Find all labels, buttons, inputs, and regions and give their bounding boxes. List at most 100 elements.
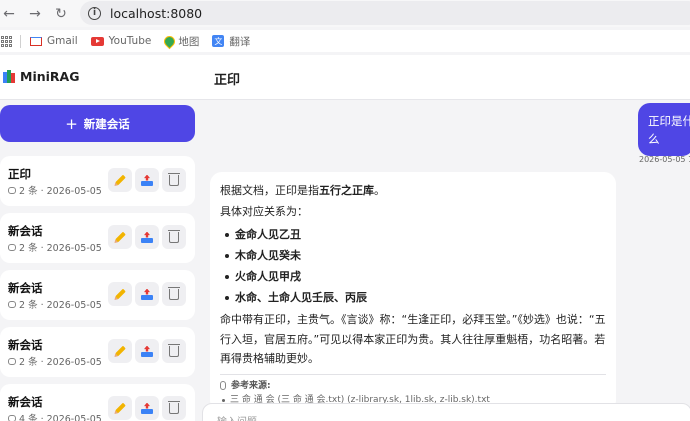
message-icon — [8, 357, 16, 365]
question-input[interactable]: 输入问题 — [202, 403, 690, 421]
conversation-title: 新会话 — [8, 395, 43, 409]
relation-label: 具体对应关系为： — [220, 205, 308, 218]
delete-button[interactable] — [162, 282, 186, 306]
new-chat-button[interactable]: + 新建会话 — [0, 105, 195, 142]
conversation-title: 新会话 — [8, 224, 43, 238]
pencil-icon — [114, 174, 126, 186]
references-title: 参考来源: — [220, 379, 606, 393]
export-button[interactable] — [135, 282, 159, 306]
new-chat-label: 新建会话 — [83, 116, 130, 131]
brand-name: MiniRAG — [20, 69, 80, 84]
answer-intro-bold: 五行之正库 — [319, 184, 374, 197]
apps-icon[interactable] — [1, 35, 12, 47]
pencil-icon — [114, 288, 126, 300]
export-button[interactable] — [135, 225, 159, 249]
references-title-text: 参考来源: — [231, 380, 271, 391]
rename-button[interactable] — [108, 225, 132, 249]
answer-intro-suffix: 。 — [374, 184, 385, 197]
paperclip-icon — [220, 381, 226, 390]
list-item: 木命人见癸未 — [220, 245, 606, 266]
books-icon — [3, 70, 16, 83]
translate-icon: 文 — [212, 35, 225, 47]
delete-button[interactable] — [162, 339, 186, 363]
references: 参考来源: 三 命 通 会 (三 命 通 会.txt) (z-library.s… — [220, 373, 606, 407]
bookmark-youtube[interactable]: YouTube — [90, 35, 152, 47]
pencil-icon — [114, 345, 126, 357]
export-icon — [141, 403, 153, 414]
conversation-meta-text: 2 条 · 2026-05-05 — [19, 243, 102, 254]
conversation-meta: 4 条 · 2026-05-05 — [8, 411, 102, 421]
site-info-icon[interactable]: i — [88, 6, 101, 20]
message-icon — [8, 243, 16, 251]
reload-icon[interactable]: ↻ — [48, 1, 74, 27]
brand: MiniRAG — [3, 69, 79, 84]
app-header: MiniRAG 正印 — [0, 55, 690, 100]
conversation-title: 新会话 — [8, 338, 43, 352]
export-icon — [141, 232, 153, 243]
list-item: 火命人见甲戌 — [220, 266, 606, 287]
export-button[interactable] — [135, 396, 159, 420]
bookmark-maps[interactable]: 地图 — [164, 34, 199, 49]
trash-icon — [168, 172, 180, 186]
rename-button[interactable] — [108, 396, 132, 420]
relation-list: 金命人见乙丑 木命人见癸未 火命人见甲戌 水命、土命人见壬辰、丙辰 — [220, 224, 606, 308]
conversation-meta: 2 条 · 2026-05-05 — [8, 240, 102, 254]
rename-button[interactable] — [108, 339, 132, 363]
conversation-item[interactable]: 新会话 2 条 · 2026-05-05 — [0, 270, 195, 320]
answer-intro: 根据文档，正印是指五行之正库。 — [220, 180, 606, 201]
bookmark-label: 翻译 — [229, 35, 251, 48]
address-bar[interactable]: i localhost:8080 — [80, 1, 690, 25]
export-icon — [141, 346, 153, 357]
conversation-meta-text: 2 条 · 2026-05-05 — [19, 186, 102, 197]
chat-panel: 正印是什么 2026-05-05 1 根据文档，正印是指五行之正库。 具体对应关… — [200, 100, 690, 421]
delete-button[interactable] — [162, 225, 186, 249]
back-icon[interactable]: ← — [0, 1, 22, 27]
message-icon — [8, 186, 16, 194]
list-item: 水命、土命人见壬辰、丙辰 — [220, 287, 606, 308]
pencil-icon — [114, 402, 126, 414]
trash-icon — [168, 286, 180, 300]
conversation-title: 正印 — [8, 167, 31, 181]
forward-icon[interactable]: → — [22, 1, 48, 27]
gmail-icon — [30, 36, 42, 46]
conversation-item[interactable]: 新会话 4 条 · 2026-05-05 — [0, 384, 195, 421]
bookmarks-bar: Gmail YouTube 地图 文 翻译 — [0, 30, 690, 52]
conversation-title: 新会话 — [8, 281, 43, 295]
rename-button[interactable] — [108, 282, 132, 306]
export-button[interactable] — [135, 339, 159, 363]
conversation-meta: 2 条 · 2026-05-05 — [8, 354, 102, 368]
conversation-item[interactable]: 新会话 2 条 · 2026-05-05 — [0, 213, 195, 263]
conversation-meta-text: 2 条 · 2026-05-05 — [19, 357, 102, 368]
delete-button[interactable] — [162, 396, 186, 420]
browser-toolbar: ← → ↻ i localhost:8080 — [0, 0, 690, 27]
youtube-icon — [90, 36, 104, 46]
user-message-timestamp: 2026-05-05 1 — [639, 155, 690, 164]
trash-icon — [168, 229, 180, 243]
pencil-icon — [114, 231, 126, 243]
conversation-item[interactable]: 正印 2 条 · 2026-05-05 — [0, 156, 195, 206]
message-icon — [8, 414, 16, 421]
answer-intro-text: 根据文档，正印是指 — [220, 184, 319, 197]
conversation-meta-text: 2 条 · 2026-05-05 — [19, 300, 102, 311]
user-message: 正印是什么 — [638, 103, 690, 156]
trash-icon — [168, 400, 180, 414]
rename-button[interactable] — [108, 168, 132, 192]
conversation-meta-text: 4 条 · 2026-05-05 — [19, 414, 102, 421]
conversation-meta: 2 条 · 2026-05-05 — [8, 297, 102, 311]
trash-icon — [168, 343, 180, 357]
sidebar: + 新建会话 正印 2 条 · 2026-05-05 新会话 2 条 · 202… — [0, 100, 200, 421]
chat-title: 正印 — [214, 73, 241, 88]
delete-button[interactable] — [162, 168, 186, 192]
conversation-meta: 2 条 · 2026-05-05 — [8, 183, 102, 197]
url-text: localhost:8080 — [110, 5, 203, 21]
answer-paragraph: 命中带有正印，主贵气。《言谈》称：“生逢正印，必拜玉堂。”《妙选》也说：“五行入… — [220, 313, 606, 365]
bookmark-divider — [20, 34, 21, 48]
message-icon — [8, 300, 16, 308]
export-button[interactable] — [135, 168, 159, 192]
bookmark-translate[interactable]: 文 翻译 — [212, 34, 250, 49]
conversation-item[interactable]: 新会话 2 条 · 2026-05-05 — [0, 327, 195, 377]
export-icon — [141, 289, 153, 300]
bookmark-gmail[interactable]: Gmail — [30, 35, 78, 47]
bookmark-label: 地图 — [178, 35, 200, 48]
bookmark-label: YouTube — [108, 35, 152, 47]
